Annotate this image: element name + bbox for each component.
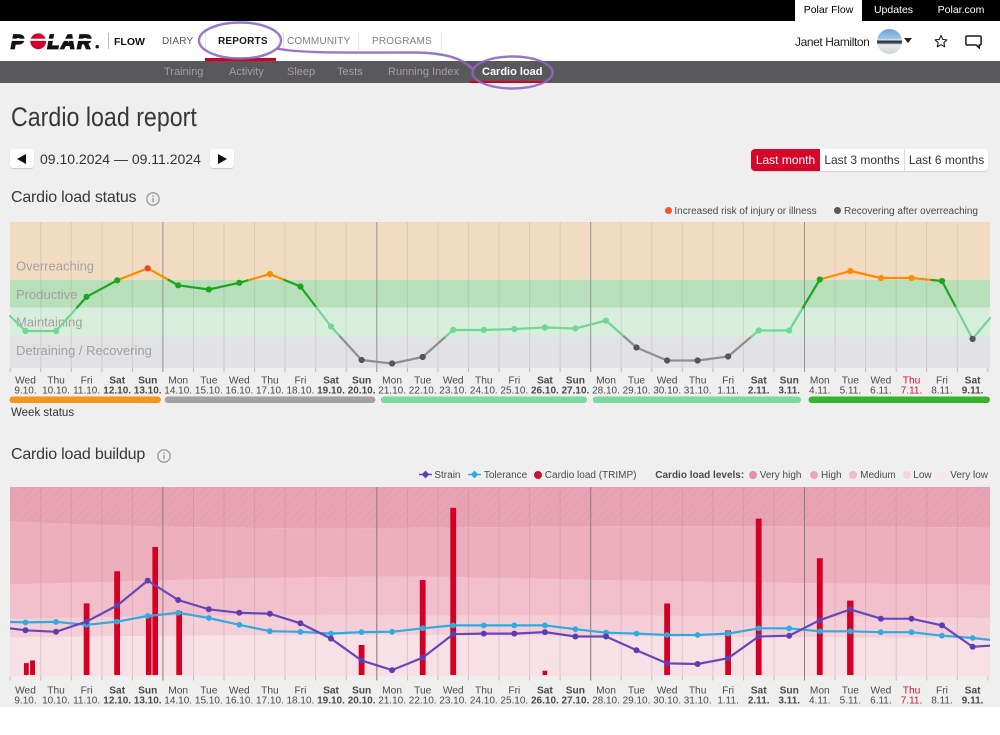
svg-text:7.11.: 7.11. bbox=[901, 386, 923, 397]
svg-text:5.11.: 5.11. bbox=[840, 386, 862, 397]
svg-text:16.10.: 16.10. bbox=[225, 696, 253, 707]
svg-text:20.10.: 20.10. bbox=[348, 386, 376, 397]
svg-text:18.10.: 18.10. bbox=[286, 386, 314, 397]
svg-text:8.11.: 8.11. bbox=[931, 386, 953, 397]
svg-text:21.10.: 21.10. bbox=[378, 696, 406, 707]
svg-text:15.10.: 15.10. bbox=[195, 386, 223, 397]
svg-text:9.11.: 9.11. bbox=[962, 696, 984, 707]
svg-text:20.10.: 20.10. bbox=[348, 696, 376, 707]
svg-text:2.11.: 2.11. bbox=[748, 386, 770, 397]
svg-text:12.10.: 12.10. bbox=[103, 386, 131, 397]
svg-text:Detraining / Recovering: Detraining / Recovering bbox=[16, 343, 152, 358]
svg-text:30.10.: 30.10. bbox=[653, 696, 681, 707]
svg-text:10.10.: 10.10. bbox=[42, 696, 70, 707]
svg-text:3.11.: 3.11. bbox=[778, 386, 800, 397]
svg-text:28.10.: 28.10. bbox=[592, 696, 620, 707]
svg-text:21.10.: 21.10. bbox=[378, 386, 406, 397]
svg-text:18.10.: 18.10. bbox=[286, 696, 314, 707]
svg-text:14.10.: 14.10. bbox=[164, 696, 192, 707]
svg-text:Productive: Productive bbox=[16, 287, 77, 302]
svg-text:27.10.: 27.10. bbox=[561, 696, 589, 707]
svg-text:2.11.: 2.11. bbox=[748, 696, 770, 707]
svg-text:27.10.: 27.10. bbox=[561, 386, 589, 397]
svg-text:28.10.: 28.10. bbox=[592, 386, 620, 397]
svg-text:15.10.: 15.10. bbox=[195, 696, 223, 707]
svg-text:6.11.: 6.11. bbox=[870, 696, 892, 707]
svg-text:9.10.: 9.10. bbox=[14, 696, 36, 707]
svg-text:23.10.: 23.10. bbox=[439, 696, 467, 707]
svg-text:14.10.: 14.10. bbox=[164, 386, 192, 397]
svg-text:4.11.: 4.11. bbox=[809, 386, 831, 397]
svg-text:25.10.: 25.10. bbox=[500, 696, 528, 707]
svg-text:11.10.: 11.10. bbox=[73, 386, 100, 397]
svg-text:1.11.: 1.11. bbox=[717, 386, 739, 397]
svg-text:Overreaching: Overreaching bbox=[16, 259, 94, 274]
svg-text:23.10.: 23.10. bbox=[439, 386, 467, 397]
svg-text:19.10.: 19.10. bbox=[317, 386, 345, 397]
svg-text:26.10.: 26.10. bbox=[531, 386, 559, 397]
svg-text:10.10.: 10.10. bbox=[42, 386, 70, 397]
svg-text:31.10.: 31.10. bbox=[684, 696, 712, 707]
svg-text:25.10.: 25.10. bbox=[500, 386, 528, 397]
svg-text:5.11.: 5.11. bbox=[840, 696, 862, 707]
svg-text:31.10.: 31.10. bbox=[684, 386, 712, 397]
svg-text:29.10.: 29.10. bbox=[623, 386, 651, 397]
svg-text:22.10.: 22.10. bbox=[409, 386, 437, 397]
svg-text:17.10.: 17.10. bbox=[256, 386, 284, 397]
svg-text:12.10.: 12.10. bbox=[103, 696, 131, 707]
svg-text:30.10.: 30.10. bbox=[653, 386, 681, 397]
svg-text:4.11.: 4.11. bbox=[809, 696, 831, 707]
svg-text:9.10.: 9.10. bbox=[14, 386, 36, 397]
svg-text:3.11.: 3.11. bbox=[778, 696, 800, 707]
svg-text:Maintaining: Maintaining bbox=[16, 315, 83, 330]
svg-text:17.10.: 17.10. bbox=[256, 696, 284, 707]
svg-text:29.10.: 29.10. bbox=[623, 696, 651, 707]
svg-text:8.11.: 8.11. bbox=[931, 696, 953, 707]
svg-text:9.11.: 9.11. bbox=[962, 386, 984, 397]
svg-text:24.10.: 24.10. bbox=[470, 386, 498, 397]
svg-text:13.10.: 13.10. bbox=[134, 386, 162, 397]
svg-text:11.10.: 11.10. bbox=[73, 696, 100, 707]
svg-text:13.10.: 13.10. bbox=[134, 696, 162, 707]
svg-text:7.11.: 7.11. bbox=[901, 696, 923, 707]
svg-text:1.11.: 1.11. bbox=[717, 696, 739, 707]
svg-text:26.10.: 26.10. bbox=[531, 696, 559, 707]
svg-text:16.10.: 16.10. bbox=[225, 386, 253, 397]
svg-text:19.10.: 19.10. bbox=[317, 696, 345, 707]
svg-text:22.10.: 22.10. bbox=[409, 696, 437, 707]
svg-text:24.10.: 24.10. bbox=[470, 696, 498, 707]
svg-text:6.11.: 6.11. bbox=[870, 386, 892, 397]
